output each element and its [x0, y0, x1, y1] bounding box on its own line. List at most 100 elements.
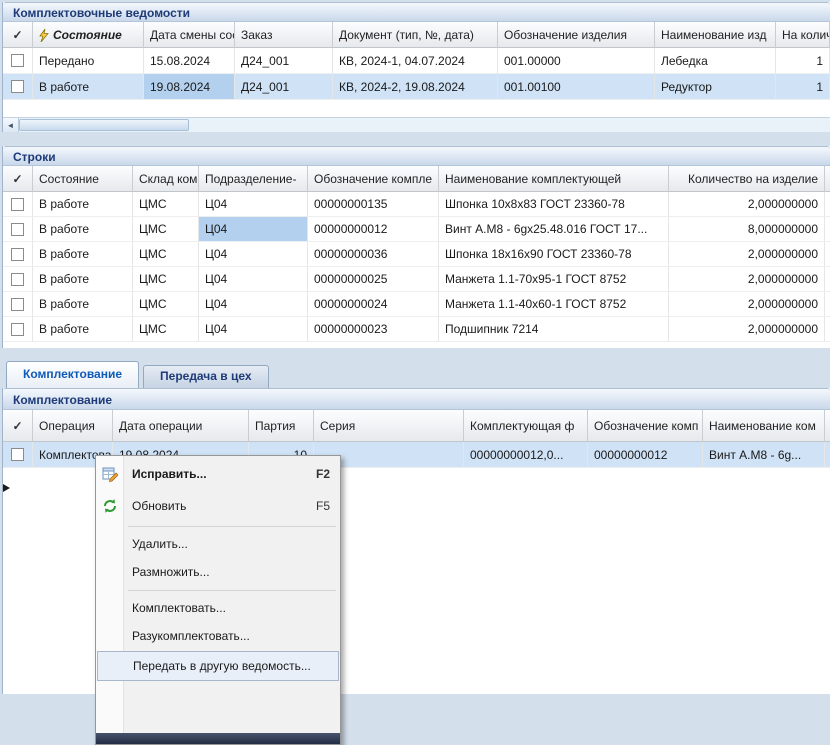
- cell-product-name[interactable]: Редуктор: [655, 74, 776, 100]
- tab-komplektovanie[interactable]: Комплектование: [6, 361, 139, 388]
- column-header-code[interactable]: Обозначение компле: [308, 166, 439, 192]
- cell-warehouse[interactable]: ЦМС: [133, 292, 199, 317]
- table-row[interactable]: В работе ЦМС Ц04 00000000024 Манжета 1.1…: [3, 292, 830, 317]
- checkbox-icon[interactable]: [11, 223, 24, 236]
- column-header-qty[interactable]: На колич: [776, 22, 830, 48]
- cell-comp-code[interactable]: 00000000012: [588, 442, 703, 468]
- cell-name[interactable]: Манжета 1.1-40х60-1 ГОСТ 8752: [439, 292, 669, 317]
- cell-division[interactable]: Ц04: [199, 242, 308, 267]
- column-header-division[interactable]: Подразделение-: [199, 166, 308, 192]
- cell-sliver[interactable]: [825, 292, 830, 317]
- row-checkbox[interactable]: [3, 74, 33, 100]
- cell-product-code[interactable]: 001.00000: [498, 48, 655, 74]
- checkbox-icon[interactable]: [11, 323, 24, 336]
- cell-name[interactable]: Подшипник 7214: [439, 317, 669, 342]
- menu-item-assemble[interactable]: Комплектовать...: [96, 594, 340, 622]
- checkbox-icon[interactable]: [11, 248, 24, 261]
- tab-peredacha-v-ceh[interactable]: Передача в цех: [143, 365, 269, 388]
- cell-division[interactable]: Ц04: [199, 317, 308, 342]
- cell-product-name[interactable]: Лебедка: [655, 48, 776, 74]
- cell-code[interactable]: 00000000012: [308, 217, 439, 242]
- cell-state[interactable]: В работе: [33, 242, 133, 267]
- cell-code[interactable]: 00000000025: [308, 267, 439, 292]
- cell-extra[interactable]: [825, 442, 830, 468]
- cell-date[interactable]: 15.08.2024: [144, 48, 235, 74]
- column-header-comp-f[interactable]: Комплектующая ф: [464, 410, 588, 442]
- checkbox-icon[interactable]: [11, 80, 24, 93]
- column-header-series[interactable]: Серия: [314, 410, 464, 442]
- column-header-comp-name[interactable]: Наименование ком: [703, 410, 825, 442]
- cell-comp-name[interactable]: Винт А.М8 - 6g...: [703, 442, 825, 468]
- scrollbar-thumb[interactable]: [19, 119, 189, 131]
- column-header-extra[interactable]: К: [825, 410, 830, 442]
- column-header-check[interactable]: ✓: [3, 410, 33, 442]
- menu-item-refresh[interactable]: Обновить F5: [96, 490, 340, 522]
- cell-warehouse[interactable]: ЦМС: [133, 217, 199, 242]
- cell-name[interactable]: Манжета 1.1-70х95-1 ГОСТ 8752: [439, 267, 669, 292]
- checkbox-icon[interactable]: [11, 298, 24, 311]
- column-header-order[interactable]: Заказ: [235, 22, 333, 48]
- horizontal-scrollbar[interactable]: ◄: [3, 117, 830, 132]
- cell-qty[interactable]: 2,000000000: [669, 292, 825, 317]
- cell-date[interactable]: 19.08.2024: [144, 74, 235, 100]
- menu-item-delete[interactable]: Удалить...: [96, 530, 340, 558]
- cell-order[interactable]: Д24_001: [235, 48, 333, 74]
- cell-division[interactable]: Ц04: [199, 192, 308, 217]
- row-checkbox[interactable]: [3, 217, 33, 242]
- column-header-check[interactable]: ✓: [3, 166, 33, 192]
- cell-state[interactable]: В работе: [33, 192, 133, 217]
- cell-qty[interactable]: 2,000000000: [669, 242, 825, 267]
- cell-warehouse[interactable]: ЦМС: [133, 317, 199, 342]
- column-header-state[interactable]: Состояние: [33, 22, 144, 48]
- cell-state[interactable]: В работе: [33, 217, 133, 242]
- table-row[interactable]: В работе ЦМС Ц04 00000000023 Подшипник 7…: [3, 317, 830, 342]
- column-header-name[interactable]: Наименование комплектующей: [439, 166, 669, 192]
- checkbox-icon[interactable]: [11, 198, 24, 211]
- row-checkbox[interactable]: [3, 48, 33, 74]
- cell-doc[interactable]: КВ, 2024-1, 04.07.2024: [333, 48, 498, 74]
- table-row[interactable]: В работе ЦМС Ц04 00000000025 Манжета 1.1…: [3, 267, 830, 292]
- table-row[interactable]: В работе ЦМС Ц04 00000000036 Шпонка 18х1…: [3, 242, 830, 267]
- cell-state[interactable]: В работе: [33, 74, 144, 100]
- column-header-date[interactable]: Дата смены сост: [144, 22, 235, 48]
- cell-qty[interactable]: 1: [776, 48, 830, 74]
- cell-order[interactable]: Д24_001: [235, 74, 333, 100]
- menu-item-transfer-to-other-list[interactable]: Передать в другую ведомость...: [97, 651, 339, 681]
- cell-qty[interactable]: 2,000000000: [669, 317, 825, 342]
- row-checkbox[interactable]: [3, 192, 33, 217]
- cell-warehouse[interactable]: ЦМС: [133, 242, 199, 267]
- table-row[interactable]: В работе ЦМС Ц04 00000000135 Шпонка 10х8…: [3, 192, 830, 217]
- column-header-date[interactable]: Дата операции: [113, 410, 249, 442]
- menu-item-edit[interactable]: Исправить... F2: [96, 458, 340, 490]
- table-row[interactable]: Передано 15.08.2024 Д24_001 КВ, 2024-1, …: [3, 48, 830, 74]
- cell-comp-f[interactable]: 00000000012,0...: [464, 442, 588, 468]
- cell-state[interactable]: В работе: [33, 267, 133, 292]
- column-header-state[interactable]: Состояние: [33, 166, 133, 192]
- cell-state[interactable]: В работе: [33, 317, 133, 342]
- row-checkbox[interactable]: [3, 267, 33, 292]
- cell-sliver[interactable]: [825, 192, 830, 217]
- table-row[interactable]: В работе ЦМС Ц04 00000000012 Винт А.М8 -…: [3, 217, 830, 242]
- cell-product-code[interactable]: 001.00100: [498, 74, 655, 100]
- column-header-check[interactable]: ✓: [3, 22, 33, 48]
- cell-code[interactable]: 00000000036: [308, 242, 439, 267]
- column-header-comp-code[interactable]: Обозначение комп: [588, 410, 703, 442]
- cell-division[interactable]: Ц04: [199, 217, 308, 242]
- cell-state[interactable]: Передано: [33, 48, 144, 74]
- cell-name[interactable]: Шпонка 18х16х90 ГОСТ 23360-78: [439, 242, 669, 267]
- row-checkbox[interactable]: [3, 242, 33, 267]
- column-header-batch[interactable]: Партия: [249, 410, 314, 442]
- cell-state[interactable]: В работе: [33, 292, 133, 317]
- row-checkbox[interactable]: [3, 442, 33, 468]
- cell-name[interactable]: Винт А.М8 - 6gх25.48.016 ГОСТ 17...: [439, 217, 669, 242]
- column-header-warehouse[interactable]: Склад комп: [133, 166, 199, 192]
- cell-division[interactable]: Ц04: [199, 267, 308, 292]
- cell-name[interactable]: Шпонка 10х8х83 ГОСТ 23360-78: [439, 192, 669, 217]
- checkbox-icon[interactable]: [11, 54, 24, 67]
- cell-sliver[interactable]: [825, 267, 830, 292]
- menu-item-duplicate[interactable]: Размножить...: [96, 558, 340, 586]
- cell-qty[interactable]: 2,000000000: [669, 267, 825, 292]
- column-header-product-code[interactable]: Обозначение изделия: [498, 22, 655, 48]
- column-header-sliver[interactable]: [825, 166, 830, 192]
- cell-division[interactable]: Ц04: [199, 292, 308, 317]
